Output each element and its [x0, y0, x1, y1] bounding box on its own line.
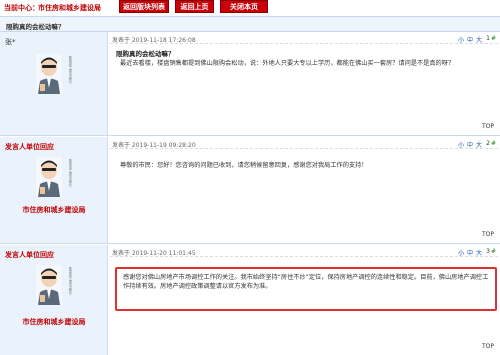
divider — [110, 43, 498, 44]
top-link[interactable]: TOP — [482, 343, 494, 350]
thread-title-bar: 限购真的会松动嘛？ — [0, 16, 500, 32]
floor-number: 2# — [486, 140, 496, 147]
org-name: 市住房和城乡建设局 — [22, 318, 86, 326]
avatar-caption: 陈家坪之家中部长 — [68, 267, 72, 295]
avatar-person-icon — [36, 54, 62, 94]
post-body: 尊敬的市民：您好！您咨询的问题已收到，请您稍候留意回复，感谢您对我局工作的支持！ — [120, 162, 368, 169]
avatar: 陈家坪之家中部长 — [36, 265, 78, 309]
post-3: 发言人单位回应 陈家坪之家中部长 市住房和城乡建设局 发表于 2019-11-2… — [0, 245, 500, 355]
post-title: 限购真的会松动嘛？ — [116, 50, 175, 58]
top-bar: 当前中心： 市住房和城乡建设局 返回版块列表 返回上页 关闭本页 — [0, 0, 500, 14]
avatar-person-icon — [36, 265, 62, 305]
top-link[interactable]: TOP — [482, 231, 494, 238]
thread-title: 限购真的会松动嘛？ — [6, 23, 65, 31]
close-page-button[interactable]: 关闭本页 — [220, 0, 268, 13]
top-link[interactable]: TOP — [482, 123, 494, 130]
back-prev-button[interactable]: 返回上页 — [175, 0, 214, 13]
back-to-list-button[interactable]: 返回版块列表 — [119, 0, 169, 13]
author-name: 发言人单位回应 — [5, 251, 54, 259]
post-body: 最近去看楼，楼盘销售都提到佛山限购会松动，说：外地人只要大专以上学历，都能在佛山… — [120, 60, 455, 67]
divider — [110, 256, 498, 257]
org-name: 市住房和城乡建设局 — [22, 206, 86, 214]
post-author-panel: 发言人单位回应 陈家坪之家中部长 市住房和城乡建设局 — [0, 137, 108, 243]
breadcrumb-current-center[interactable]: 市住房和城乡建设局 — [38, 3, 101, 13]
post-author-panel: 发言人单位回应 陈家坪之家中部长 市住房和城乡建设局 — [0, 245, 108, 355]
author-name: 发言人单位回应 — [5, 143, 54, 151]
avatar-person-icon — [36, 157, 62, 197]
avatar: 陈家坪之家中部长 — [36, 157, 78, 201]
avatar: 陈家坪之家中部长 — [36, 54, 78, 98]
avatar-caption: 陈家坪之家中部长 — [68, 159, 72, 187]
floor-number: 1# — [486, 35, 496, 42]
post-2: 发言人单位回应 陈家坪之家中部长 市住房和城乡建设局 发表于 2019-11-1… — [0, 137, 500, 244]
divider — [110, 148, 498, 149]
post-content-panel: 发表于 2019-11-18 17:26:08 小中大 1# 限购真的会松动嘛？… — [108, 32, 500, 135]
post-author-panel: 张* 陈家坪之家中部长 — [0, 32, 108, 135]
highlighted-reply-body: 感谢您对佛山房地产市场调控工作的关注。我市始终坚持“房住不炒”定位，保持房地产调… — [115, 267, 497, 311]
author-name: 张* — [5, 38, 16, 46]
breadcrumb-label: 当前中心： — [4, 4, 39, 12]
avatar-caption: 陈家坪之家中部长 — [68, 56, 72, 84]
post-content-panel: 发表于 2019-11-19 09:28:20 小中大 2# 尊敬的市民：您好！… — [108, 137, 500, 243]
post-content-panel: 发表于 2019-11-20 11:01:45 小中大 3# 感谢您对佛山房地产… — [108, 245, 500, 355]
post-1: 张* 陈家坪之家中部长 发表于 2019-11-18 17:26:08 小中大 … — [0, 32, 500, 136]
floor-number: 3# — [486, 248, 496, 255]
